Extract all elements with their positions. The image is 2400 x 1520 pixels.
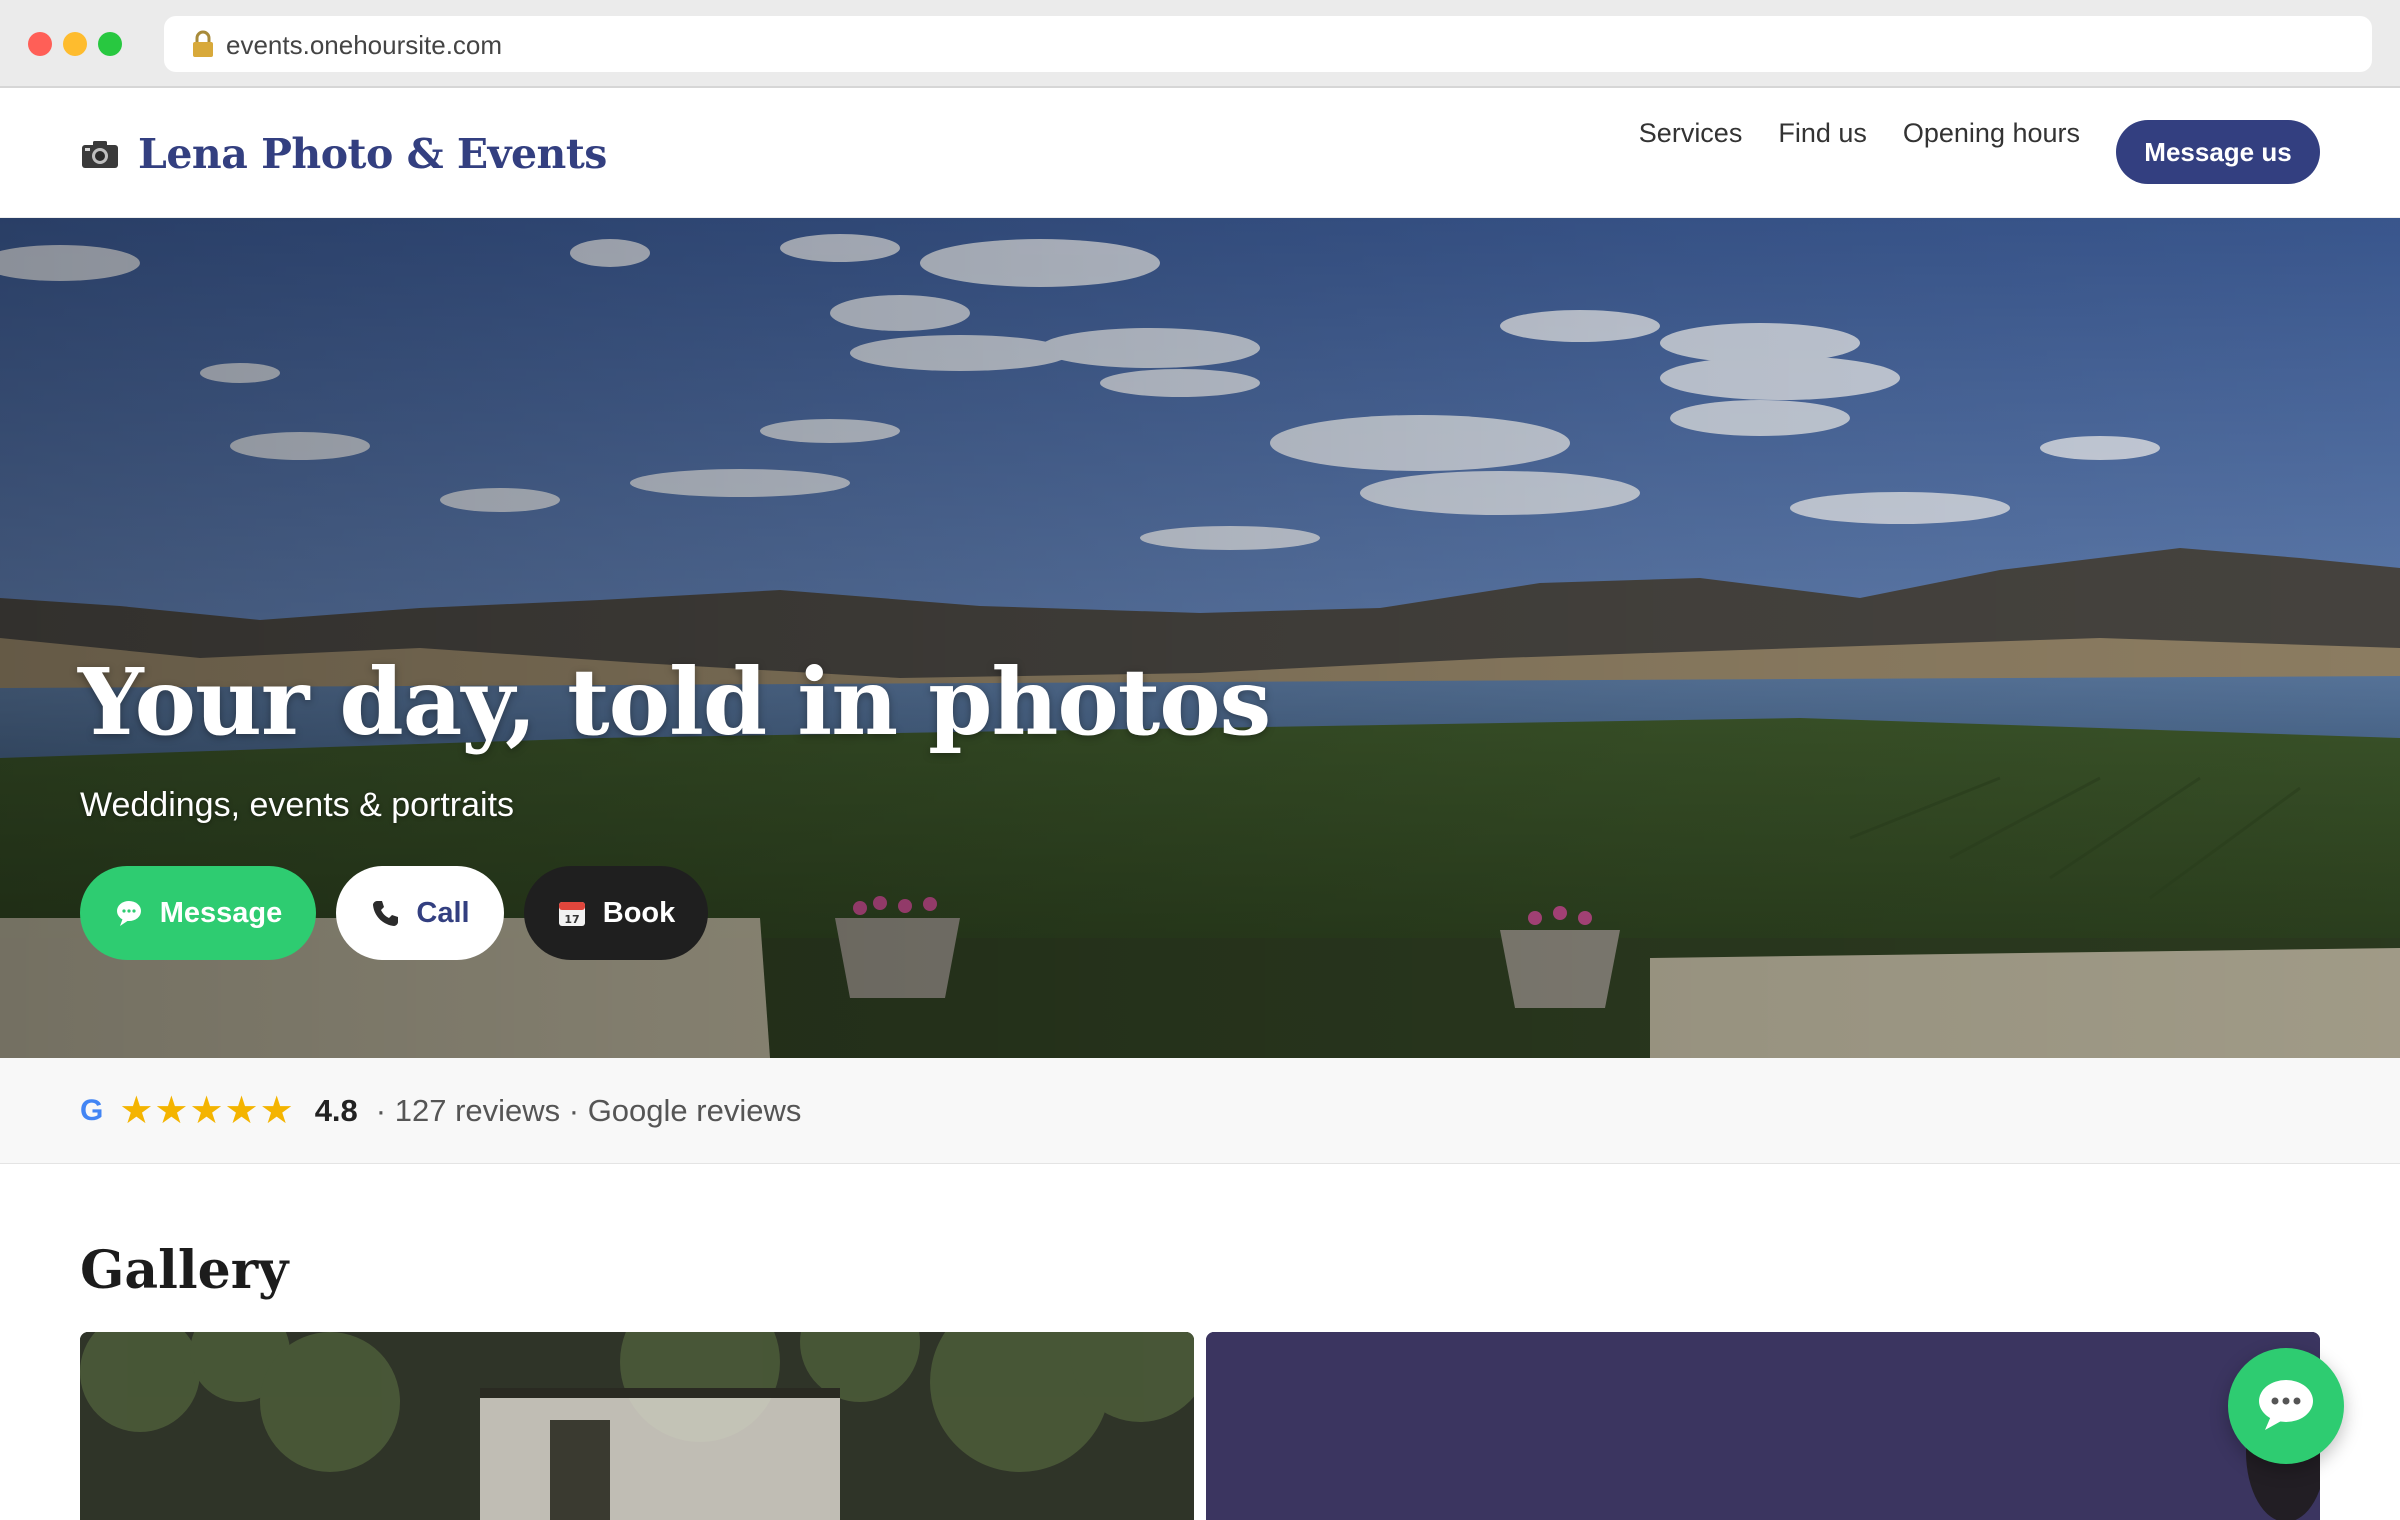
hero-subtitle: Weddings, events & portraits <box>80 786 515 824</box>
chat-button[interactable] <box>2228 1348 2344 1464</box>
nav-services[interactable]: Services <box>1639 118 1743 149</box>
nav-opening-hours[interactable]: Opening hours <box>1903 118 2080 149</box>
brand[interactable]: Lena Photo & Events <box>80 130 607 178</box>
address-bar[interactable]: events.onehoursite.com <box>164 16 2372 72</box>
window-minimize-button[interactable] <box>63 32 87 56</box>
chat-bubble-icon <box>2255 1376 2317 1437</box>
book-button-label: Book <box>602 896 676 929</box>
call-button[interactable]: Call <box>336 866 504 960</box>
brand-name: Lena Photo & Events <box>138 130 607 178</box>
book-button[interactable]: 17 Book <box>524 866 708 960</box>
camera-icon <box>80 138 120 170</box>
message-button[interactable]: Message <box>80 866 316 960</box>
call-button-label: Call <box>416 896 470 929</box>
site-header: Lena Photo & Events Services Find us Ope… <box>0 88 2400 218</box>
hero-title: Your day, told in photos <box>78 648 1271 756</box>
calendar-icon: 17 <box>557 898 587 928</box>
gallery-grid <box>80 1332 2320 1520</box>
gallery-title: Gallery <box>80 1240 289 1301</box>
hero: Your day, told in photos Weddings, event… <box>0 218 2400 1058</box>
gallery-image[interactable] <box>80 1332 1194 1520</box>
nav-find-us[interactable]: Find us <box>1778 118 1867 149</box>
gallery-image[interactable] <box>1206 1332 2320 1520</box>
browser-chrome: events.onehoursite.com <box>0 0 2400 88</box>
speech-bubble-icon <box>114 898 144 928</box>
message-us-button[interactable]: Message us <box>2116 120 2320 184</box>
google-logo: G <box>80 1093 104 1127</box>
message-button-label: Message <box>159 896 283 929</box>
calendar-icon-number: 17 <box>564 913 579 926</box>
star-rating-icon: ★★★★★ <box>119 1090 295 1132</box>
review-count: · 127 reviews · Google reviews <box>375 1092 802 1128</box>
hero-actions: Message Call 17 Book <box>80 866 728 960</box>
phone-icon <box>370 898 400 928</box>
main-nav: Services Find us Opening hours <box>1603 118 2080 149</box>
reviews-strip[interactable]: G ★★★★★ 4.8 · 127 reviews · Google revie… <box>0 1058 2400 1164</box>
window-close-button[interactable] <box>28 32 52 56</box>
window-maximize-button[interactable] <box>98 32 122 56</box>
lock-icon <box>190 30 216 58</box>
rating-value: 4.8 <box>314 1092 358 1128</box>
url-text: events.onehoursite.com <box>226 30 503 60</box>
